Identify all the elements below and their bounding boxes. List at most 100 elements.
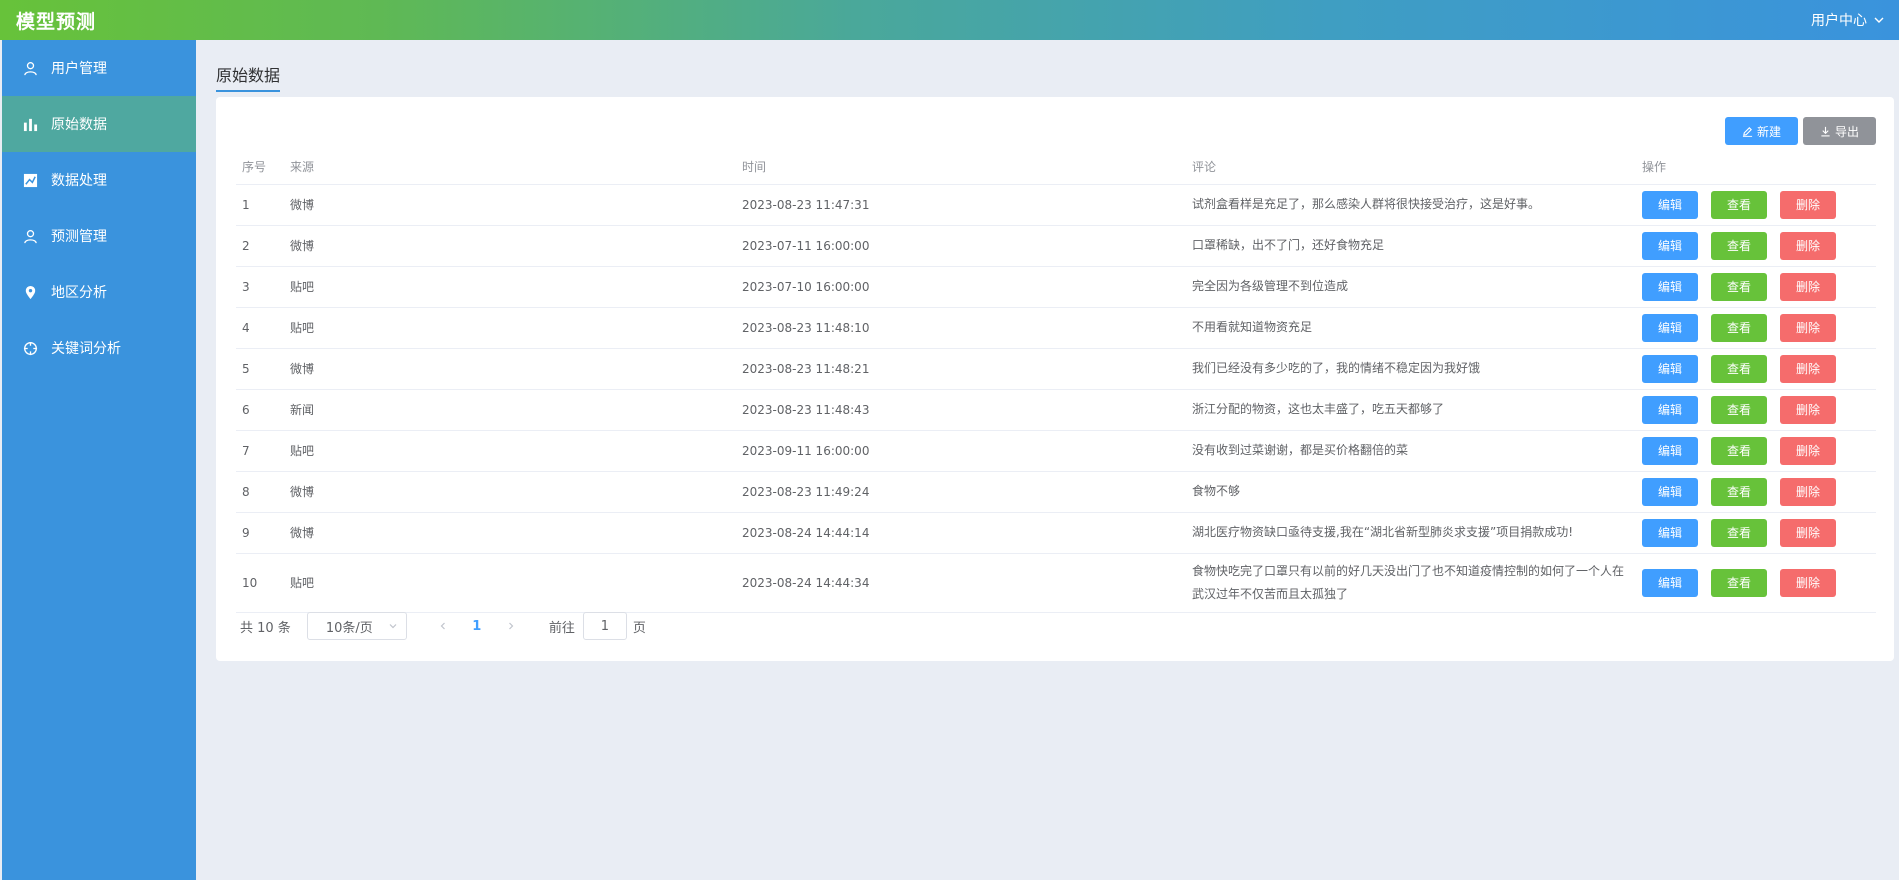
next-page-button[interactable] xyxy=(497,612,525,640)
sidebar-item-prediction-management[interactable]: 预测管理 xyxy=(2,208,196,264)
cell-comment: 浙江分配的物资，这也太丰盛了，吃五天都够了 xyxy=(1186,389,1636,431)
prev-page-button[interactable] xyxy=(429,612,457,640)
cell-time: 2023-08-23 11:47:31 xyxy=(736,184,1186,226)
table-row: 3 贴吧 2023-07-10 16:00:00 完全因为各级管理不到位造成 编辑 查看删… xyxy=(236,266,1876,308)
cell-index: 10 xyxy=(236,553,284,613)
raw-data-table: 序号 来源 时间 评论 操作 1 微博 2023-08-23 11:47:31 试剂盒… xyxy=(236,149,1876,613)
header-actions: 操作 xyxy=(1636,149,1876,185)
new-button[interactable]: 新建 xyxy=(1725,117,1798,145)
sidebar-item-user-management[interactable]: 用户管理 xyxy=(2,40,196,96)
chevron-left-icon xyxy=(440,622,445,630)
edit-button[interactable]: 编辑 xyxy=(1642,395,1698,424)
sidebar-item-label: 关键词分析 xyxy=(51,341,121,357)
delete-button[interactable]: 删除 xyxy=(1780,231,1836,260)
cell-time: 2023-08-24 14:44:14 xyxy=(736,512,1186,554)
line-chart-icon xyxy=(22,172,38,188)
edit-button[interactable]: 编辑 xyxy=(1642,231,1698,260)
delete-button[interactable]: 删除 xyxy=(1780,190,1836,219)
edit-button[interactable]: 编辑 xyxy=(1642,436,1698,465)
chevron-down-icon xyxy=(389,624,397,629)
bar-chart-icon xyxy=(22,116,38,132)
sidebar-item-data-processing[interactable]: 数据处理 xyxy=(2,152,196,208)
edit-button[interactable]: 编辑 xyxy=(1642,190,1698,219)
view-button[interactable]: 查看 xyxy=(1711,354,1767,383)
cell-actions: 编辑 查看 删除 xyxy=(1636,389,1876,431)
target-icon xyxy=(22,340,38,356)
edit-button[interactable]: 编辑 xyxy=(1642,518,1698,547)
total-count: 共 10 条 xyxy=(240,620,291,636)
top-bar: 模型预测 用户中心 xyxy=(0,0,1899,40)
cell-time: 2023-07-11 16:00:00 xyxy=(736,225,1186,267)
goto-suffix: 页 xyxy=(632,620,646,636)
cell-index: 8 xyxy=(236,471,284,513)
delete-button[interactable]: 删除 xyxy=(1780,313,1836,342)
page-size-select[interactable]: 10条/页 xyxy=(306,612,407,640)
edit-button[interactable]: 编辑 xyxy=(1642,272,1698,301)
header-source: 来源 xyxy=(284,149,736,185)
sidebar-item-label: 数据处理 xyxy=(51,173,107,189)
edit-button[interactable]: 编辑 xyxy=(1642,568,1698,597)
cell-actions: 编辑 查看 删除 xyxy=(1636,184,1876,226)
view-button[interactable]: 查看 xyxy=(1711,518,1767,547)
table-row: 10 贴吧 2023-08-24 14:44:34 食物快吃完了口罩只有以前的好几天没… xyxy=(236,553,1876,613)
cell-source: 微博 xyxy=(284,184,736,226)
sidebar-item-region-analysis[interactable]: 地区分析 xyxy=(2,264,196,320)
header-index: 序号 xyxy=(236,149,284,185)
goto-label: 前往 xyxy=(548,620,575,636)
page-tab-title[interactable]: 原始数据 xyxy=(216,62,281,92)
header-comment: 评论 xyxy=(1186,149,1636,185)
cell-source: 微博 xyxy=(284,512,736,554)
sidebar-item-raw-data[interactable]: 原始数据 xyxy=(2,96,196,152)
data-card: 新建 导出 序号 来源 时间 评论 操作 1 微博 2023-08-23 11:47… xyxy=(216,97,1894,661)
sidebar-item-keyword-analysis[interactable]: 关键词分析 xyxy=(2,320,196,376)
view-button[interactable]: 查看 xyxy=(1711,190,1767,219)
delete-button[interactable]: 删除 xyxy=(1780,272,1836,301)
app-title: 模型预测 xyxy=(16,10,97,33)
delete-button[interactable]: 删除 xyxy=(1780,518,1836,547)
user-icon xyxy=(22,228,38,244)
cell-source: 微博 xyxy=(284,471,736,513)
edit-button[interactable]: 编辑 xyxy=(1642,477,1698,506)
page-size-value: 10条/页 xyxy=(325,620,373,636)
delete-button[interactable]: 删除 xyxy=(1780,395,1836,424)
chevron-down-icon xyxy=(1874,17,1884,23)
sidebar: 用户管理 原始数据 数据处理 预测管理 地区分析 关键词分析 xyxy=(2,40,196,880)
user-center-menu[interactable]: 用户中心 xyxy=(1811,10,1899,30)
delete-button[interactable]: 删除 xyxy=(1780,354,1836,383)
view-button[interactable]: 查看 xyxy=(1711,436,1767,465)
header-time: 时间 xyxy=(736,149,1186,185)
page-number-current[interactable]: 1 xyxy=(457,619,497,634)
view-button[interactable]: 查看 xyxy=(1711,231,1767,260)
cell-index: 3 xyxy=(236,266,284,308)
sidebar-item-label: 用户管理 xyxy=(51,61,107,77)
edit-button[interactable]: 编辑 xyxy=(1642,313,1698,342)
view-button[interactable]: 查看 xyxy=(1711,568,1767,597)
chevron-right-icon xyxy=(508,622,514,630)
new-button-label: 新建 xyxy=(1756,124,1781,139)
export-button-label: 导出 xyxy=(1834,124,1859,139)
table-row: 2 微博 2023-07-11 16:00:00 口罩稀缺，出不了门，还好食物充足 编辑… xyxy=(236,225,1876,267)
table-row: 8 微博 2023-08-23 11:49:24 食物不够 编辑 查看 删除 xyxy=(236,471,1876,513)
delete-button[interactable]: 删除 xyxy=(1780,436,1836,465)
view-button[interactable]: 查看 xyxy=(1711,313,1767,342)
edit-icon xyxy=(1742,126,1753,137)
delete-button[interactable]: 删除 xyxy=(1780,477,1836,506)
cell-actions: 编辑 查看 删除 xyxy=(1636,553,1876,613)
cell-actions: 编辑 查看 删除 xyxy=(1636,266,1876,308)
goto-page-input[interactable] xyxy=(582,612,627,640)
cell-source: 贴吧 xyxy=(284,553,736,613)
delete-button[interactable]: 删除 xyxy=(1780,568,1836,597)
user-icon xyxy=(22,60,38,76)
cell-source: 微博 xyxy=(284,225,736,267)
cell-index: 7 xyxy=(236,430,284,472)
cell-actions: 编辑 查看 删除 xyxy=(1636,225,1876,267)
edit-button[interactable]: 编辑 xyxy=(1642,354,1698,383)
cell-index: 5 xyxy=(236,348,284,390)
cell-index: 1 xyxy=(236,184,284,226)
view-button[interactable]: 查看 xyxy=(1711,395,1767,424)
cell-index: 2 xyxy=(236,225,284,267)
view-button[interactable]: 查看 xyxy=(1711,272,1767,301)
cell-time: 2023-09-11 16:00:00 xyxy=(736,430,1186,472)
view-button[interactable]: 查看 xyxy=(1711,477,1767,506)
export-button[interactable]: 导出 xyxy=(1803,117,1876,145)
